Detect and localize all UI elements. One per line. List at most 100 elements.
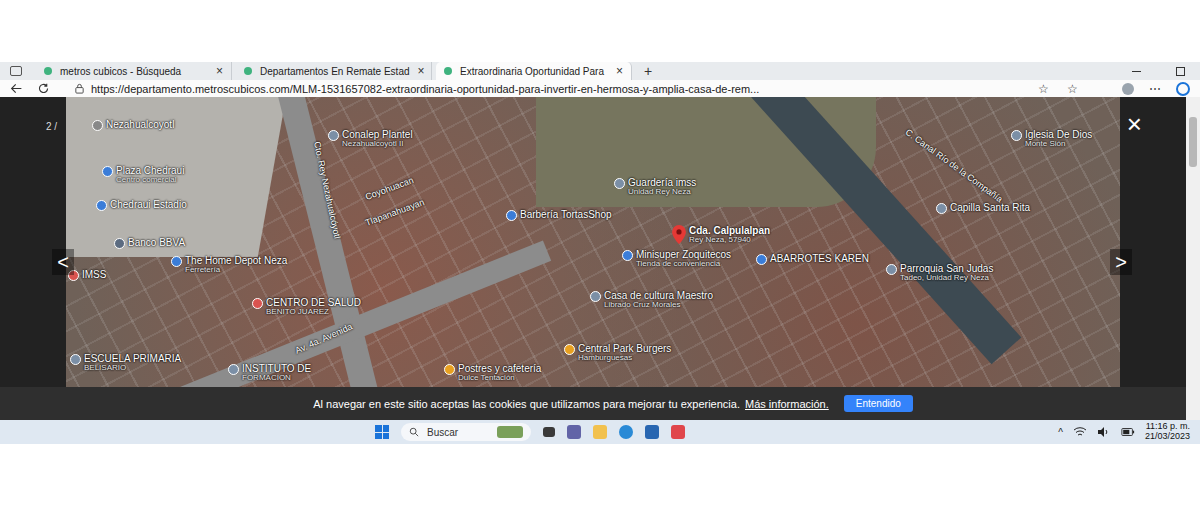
tab-bar: metros cubicos - Búsqueda×Departamentos … [0, 62, 1200, 80]
place-icon [252, 298, 263, 309]
new-tab-button[interactable]: + [636, 63, 660, 79]
windows-start-icon[interactable] [375, 425, 389, 439]
cookie-bar: Al navegar en este sitio aceptas las coo… [0, 387, 1186, 420]
favicon-icon [244, 67, 252, 75]
reload-icon[interactable] [37, 82, 50, 95]
place-icon [936, 203, 947, 214]
place-icon [70, 354, 81, 365]
menu-dots-icon[interactable]: ⋯ [1147, 82, 1163, 96]
map-label[interactable]: Guardería imssUnidad Rey Neza [614, 177, 696, 197]
map-label[interactable]: Casa de cultura MaestroLibrado Cruz Mora… [590, 290, 713, 310]
map-label[interactable]: Chedraui Estadio [96, 199, 187, 211]
tab-actions-icon[interactable] [10, 66, 22, 76]
canal [751, 97, 1022, 364]
tab-close-button[interactable]: × [418, 64, 425, 78]
map-label[interactable]: Postres y cafeteríaDulce Tentación [444, 363, 541, 383]
location-pin-icon[interactable] [672, 225, 686, 244]
place-icon [756, 254, 767, 265]
map-label[interactable]: Barbería TortasShop [506, 209, 612, 221]
url-field[interactable]: https://departamento.metroscubicos.com/M… [64, 83, 963, 95]
place-icon [96, 200, 107, 211]
taskbar-search[interactable]: Buscar [401, 423, 531, 441]
scrollbar[interactable] [1186, 97, 1200, 420]
top-margin [0, 0, 1200, 62]
map-label[interactable]: Cda. CalpulalpanRey Neza, 57940 [672, 225, 770, 245]
place-icon [886, 264, 897, 275]
image-counter: 2 / [46, 121, 57, 132]
gallery-overlay: Nezahualcoyotl Conalep PlantelNezahualcoy… [0, 97, 1200, 420]
collections-icon[interactable] [1093, 82, 1109, 96]
read-aloud-icon[interactable] [977, 82, 993, 96]
speaker-icon[interactable] [1097, 426, 1111, 438]
teams-icon[interactable] [567, 425, 581, 439]
place-icon [228, 364, 239, 375]
place-icon [102, 166, 113, 177]
place-icon [171, 256, 182, 267]
snipping-tool-icon[interactable] [671, 425, 685, 439]
place-icon [564, 344, 575, 355]
edge-icon[interactable] [619, 425, 633, 439]
map-label[interactable]: C. Canal Río de la Compañía [903, 128, 1004, 205]
map-label[interactable]: INSTITUTO DEFORMACION [228, 363, 311, 383]
task-view-icon[interactable] [543, 427, 555, 437]
search-highlight-icon [497, 426, 523, 438]
back-arrow-icon[interactable] [10, 82, 23, 95]
store-icon[interactable] [645, 425, 659, 439]
scroll-thumb[interactable] [1189, 117, 1197, 167]
map-label[interactable]: Minisuper ZoquitecosTienda de convenienc… [622, 249, 731, 269]
browser-window: metros cubicos - Búsqueda×Departamentos … [0, 62, 1200, 444]
accept-button[interactable]: Entendido [844, 395, 913, 412]
wifi-icon[interactable] [1073, 426, 1087, 438]
next-button[interactable]: > [1110, 249, 1132, 275]
tab-close-button[interactable]: × [216, 64, 223, 78]
map-label[interactable]: Central Park BurgersHamburguesas [564, 343, 671, 363]
taskbar: Buscar ^ 11:16 p. m.21/03/2023 [0, 420, 1200, 444]
map-label[interactable]: Plaza ChedrauiCentro comercial [102, 165, 184, 185]
lock-icon[interactable] [74, 83, 85, 94]
profile-avatar-icon[interactable] [1122, 83, 1134, 95]
clock[interactable]: 11:16 p. m.21/03/2023 [1145, 422, 1190, 442]
map-label[interactable]: ESCUELA PRIMARIABELISARIO [70, 353, 181, 373]
battery-icon[interactable] [1121, 426, 1135, 438]
favorite-star-icon[interactable]: ☆ [1035, 82, 1051, 96]
more-info-link[interactable]: Más información. [745, 398, 829, 410]
map-label[interactable]: Conalep PlantelNezahualcoyotl II [328, 129, 413, 149]
minimize-icon[interactable] [1116, 62, 1156, 80]
app-icon[interactable] [1006, 82, 1022, 96]
map-label[interactable]: The Home Depot NezaFerretería [171, 255, 287, 275]
place-icon [590, 291, 601, 302]
browser-tab[interactable]: Extraordinaria Oportunidad Para× [436, 62, 632, 80]
place-icon [622, 250, 633, 261]
bing-icon[interactable] [1176, 82, 1190, 96]
map-label[interactable]: Banco BBVA [114, 237, 185, 249]
place-icon [614, 178, 625, 189]
tab-close-button[interactable]: × [616, 64, 623, 78]
address-bar: https://departamento.metroscubicos.com/M… [0, 80, 1200, 97]
place-icon [114, 238, 125, 249]
screen: metros cubicos - Búsqueda×Departamentos … [0, 0, 1200, 507]
place-icon [328, 130, 339, 141]
map-label[interactable]: ABARROTES KAREN [756, 253, 869, 265]
previous-button[interactable]: < [52, 249, 74, 275]
map-label[interactable]: CENTRO DE SALUDBENITO JUAREZ [252, 297, 361, 317]
bottom-margin [0, 444, 1200, 507]
restore-icon[interactable] [1160, 62, 1200, 80]
tray-overflow-button[interactable]: ^ [1058, 427, 1063, 438]
place-icon [444, 364, 455, 375]
close-button[interactable]: × [1127, 111, 1142, 137]
map-label[interactable]: Parroquia San JudasTadeo, Unidad Rey Nez… [886, 263, 993, 283]
place-icon [92, 120, 103, 131]
map-image: Nezahualcoyotl Conalep PlantelNezahualcoy… [66, 97, 1120, 420]
file-explorer-icon[interactable] [593, 425, 607, 439]
favorites-icon[interactable]: ☆ [1064, 82, 1080, 96]
browser-tab[interactable]: metros cubicos - Búsqueda× [36, 62, 232, 80]
browser-tab[interactable]: Departamentos En Remate Estad× [236, 62, 432, 80]
taskbar-apps: Buscar [10, 423, 1058, 441]
map-label[interactable]: Tlapanahuayan [364, 198, 426, 229]
favicon-icon [44, 67, 52, 75]
place-icon [506, 210, 517, 221]
map-label[interactable]: Nezahualcoyotl [92, 119, 174, 131]
map-label[interactable]: Capilla Santa Rita [936, 202, 1030, 214]
map-label[interactable]: Coyohuacan [364, 176, 415, 203]
map-label[interactable]: Iglesia De DiosMonte Sión [1011, 129, 1092, 149]
